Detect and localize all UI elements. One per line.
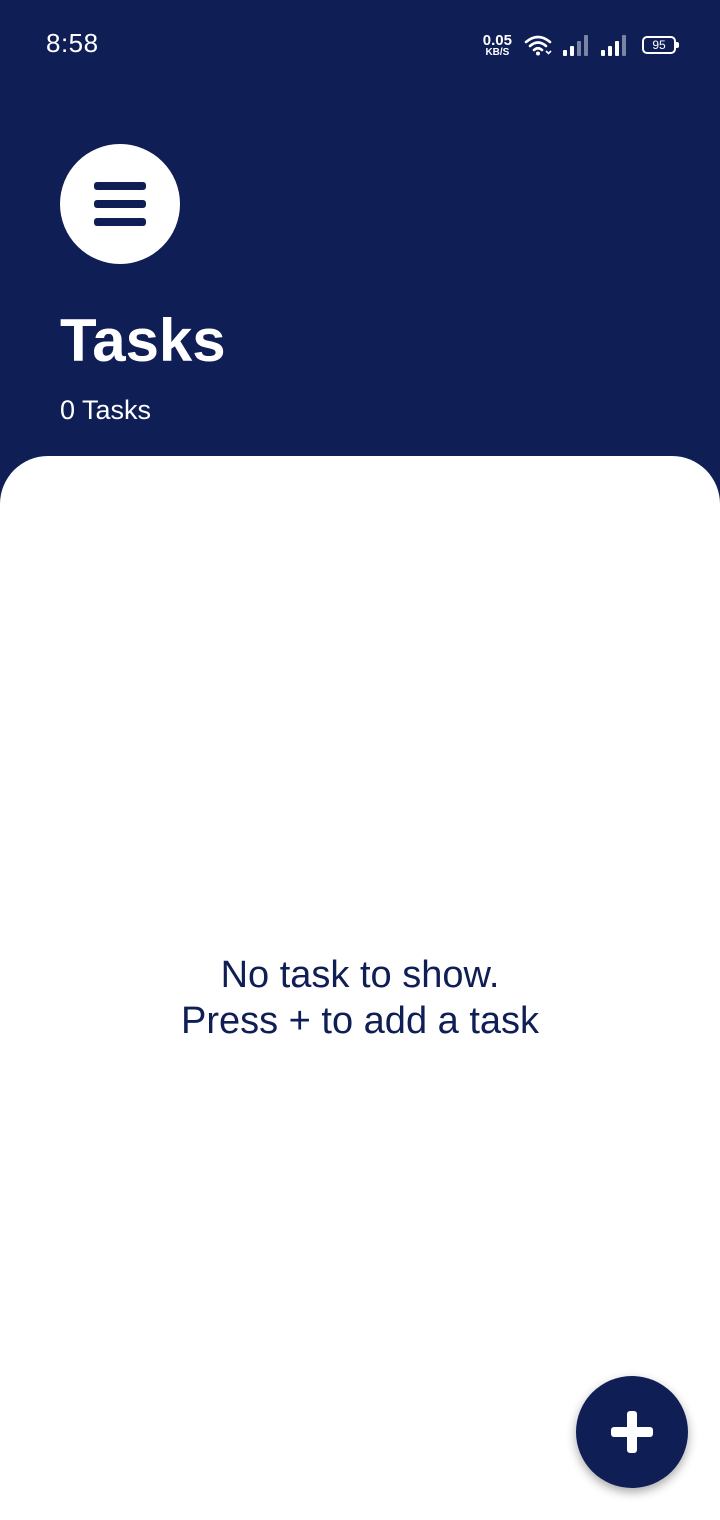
network-speed-value: 0.05 — [482, 31, 512, 49]
app-screen: 8:58 0.05 KB/S 95 Tasks 0 Tasks No task … — [0, 0, 720, 1520]
wifi-icon — [524, 35, 552, 56]
menu-button[interactable] — [60, 144, 180, 264]
network-speed: 0.05 KB/S — [483, 33, 512, 58]
task-list-panel: No task to show. Press + to add a task — [0, 456, 720, 1520]
signal-icon — [601, 35, 626, 56]
page-title: Tasks — [60, 307, 226, 374]
add-task-button[interactable] — [576, 1376, 688, 1488]
empty-state-hint: Press + to add a task — [180, 1000, 540, 1042]
menu-icon — [94, 182, 146, 226]
signal-icon — [563, 35, 588, 56]
status-bar: 8:58 0.05 KB/S 95 — [0, 0, 720, 88]
plus-icon — [611, 1411, 653, 1453]
empty-state-message: No task to show. Press + to add a task — [0, 952, 720, 1044]
battery-level: 95 — [652, 38, 666, 52]
status-icons: 0.05 KB/S 95 — [483, 30, 679, 60]
empty-state-line: No task to show. — [220, 954, 500, 996]
network-speed-unit: KB/S — [485, 46, 510, 58]
battery-icon: 95 — [642, 36, 679, 54]
task-count: 0 Tasks — [60, 395, 152, 425]
status-time: 8:58 — [46, 28, 99, 58]
